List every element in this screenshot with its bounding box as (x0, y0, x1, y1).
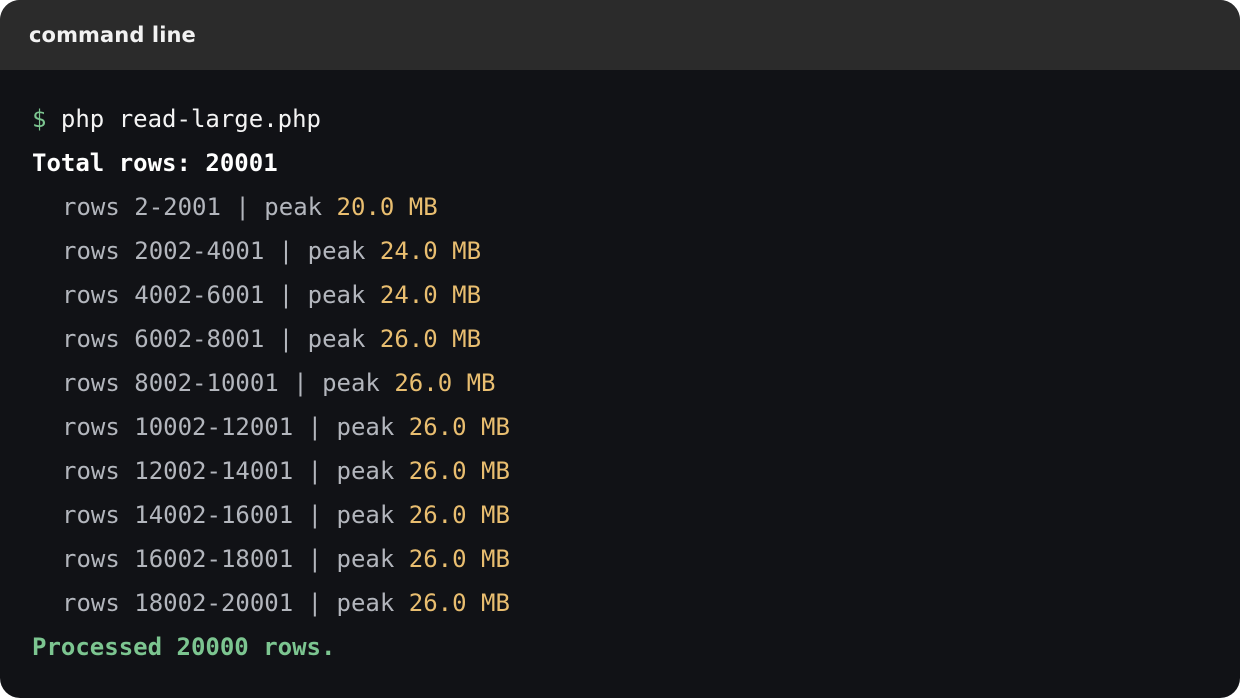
summary-line: Processed 20000 rows. (32, 633, 336, 661)
row-range-text: rows 2002-4001 | peak (62, 237, 380, 265)
title-bar: command line (0, 0, 1240, 70)
output-row: rows 4002-6001 | peak 24.0 MB (32, 273, 1220, 317)
output-row: rows 16002-18001 | peak 26.0 MB (32, 537, 1220, 581)
output-row: rows 2002-4001 | peak 24.0 MB (32, 229, 1220, 273)
peak-value: 26.0 MB (408, 501, 510, 529)
peak-value: 20.0 MB (336, 193, 438, 221)
command-line: $ php read-large.php (32, 97, 1220, 141)
output-row: rows 6002-8001 | peak 26.0 MB (32, 317, 1220, 361)
prompt-symbol: $ (32, 105, 47, 133)
row-range-text: rows 12002-14001 | peak (62, 457, 409, 485)
row-range-text: rows 6002-8001 | peak (62, 325, 380, 353)
output-row: rows 14002-16001 | peak 26.0 MB (32, 493, 1220, 537)
terminal-output[interactable]: $ php read-large.php Total rows: 20001 r… (32, 97, 1220, 669)
window-title: command line (29, 23, 196, 47)
output-row: rows 10002-12001 | peak 26.0 MB (32, 405, 1220, 449)
peak-value: 26.0 MB (408, 545, 510, 573)
row-range-text: rows 10002-12001 | peak (62, 413, 409, 441)
peak-value: 26.0 MB (394, 369, 496, 397)
peak-value: 26.0 MB (408, 589, 510, 617)
row-range-text: rows 8002-10001 | peak (62, 369, 395, 397)
output-row: rows 8002-10001 | peak 26.0 MB (32, 361, 1220, 405)
output-row: rows 18002-20001 | peak 26.0 MB (32, 581, 1220, 625)
row-range-text: rows 14002-16001 | peak (62, 501, 409, 529)
peak-value: 26.0 MB (408, 413, 510, 441)
peak-value: 24.0 MB (379, 237, 482, 265)
peak-value: 26.0 MB (408, 457, 510, 485)
command-text: php read-large.php (60, 105, 321, 133)
row-range-text: rows 16002-18001 | peak (62, 545, 409, 573)
total-rows-line: Total rows: 20001 (32, 149, 278, 177)
output-row: rows 2-2001 | peak 20.0 MB (32, 185, 1220, 229)
row-range-text: rows 2-2001 | peak (62, 193, 337, 221)
peak-value: 24.0 MB (379, 281, 482, 309)
row-range-text: rows 4002-6001 | peak (62, 281, 380, 309)
output-row: rows 12002-14001 | peak 26.0 MB (32, 449, 1220, 493)
row-range-text: rows 18002-20001 | peak (62, 589, 409, 617)
peak-value: 26.0 MB (379, 325, 482, 353)
terminal-window: command line $ php read-large.php Total … (0, 0, 1240, 698)
